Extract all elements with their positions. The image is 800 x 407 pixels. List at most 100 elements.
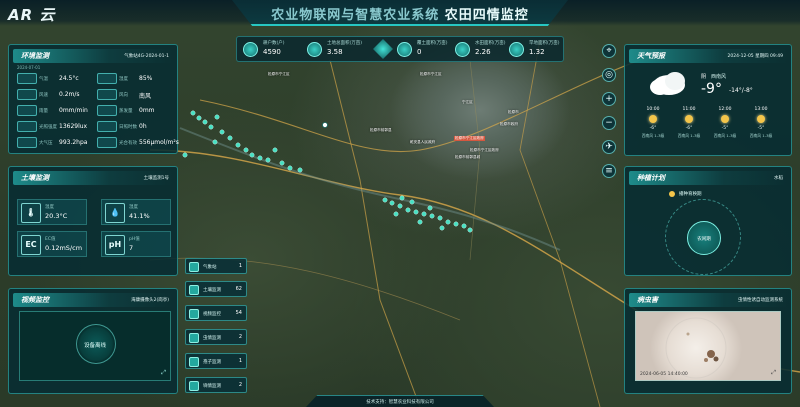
forecast-wind: 西南风 1-3级	[713, 133, 737, 138]
layer-moisture[interactable]: 墒情监测 2	[185, 377, 247, 393]
zoom-in-button[interactable]: +	[602, 92, 616, 106]
stat-label: 覆土面积(万亩)	[417, 41, 448, 46]
panel-header: 视频监控 海康摄像头2(岗亭)	[13, 293, 173, 307]
soil-value: 41.1%	[129, 212, 150, 220]
thermometer-icon: 🌡	[21, 203, 41, 223]
panel-header: 天气预报 2024-12-05 星期四 09:49	[629, 49, 787, 63]
drone-icon[interactable]: ✈	[602, 140, 616, 154]
map-label: 松原市前郭县城	[455, 155, 481, 159]
forecast-item: 10:00 -6° 西南风 1-3级	[639, 107, 667, 147]
env-value: 0mm/min	[59, 107, 88, 114]
map-label: 松原市政府	[500, 122, 518, 126]
current-stage[interactable]: 农闲期	[687, 221, 721, 255]
panel-title: 病虫害	[637, 296, 658, 304]
env-value: 0.2m/s	[59, 91, 80, 98]
target-icon[interactable]: ◎	[602, 68, 616, 82]
sunshine-icon	[97, 121, 117, 132]
env-item: 大气压 993.2hpa	[17, 137, 95, 149]
layer-pest[interactable]: 虫情监测 2	[185, 329, 247, 345]
env-item: 光照强度 13629lux	[17, 121, 95, 133]
cloud-icon	[650, 72, 685, 95]
env-label: 风向	[119, 93, 128, 98]
header: AR 云 农业物联网与智慧农业系统 农田四情监控	[0, 0, 800, 26]
pest-photo[interactable]: 2024-06-05 14:40:00 ⤢	[635, 311, 781, 381]
map-label: 松原市前郭县	[370, 128, 392, 132]
crop-selector[interactable]: 水稻	[774, 175, 783, 181]
soil-value: 7	[129, 244, 134, 252]
temperature-range: -14°/-8°	[729, 87, 753, 94]
layer-count: 2	[238, 334, 242, 340]
wind-speed-icon	[17, 89, 37, 100]
panel-title: 种植计划	[637, 174, 665, 182]
pest-device[interactable]: 虫情性诱自动监测系统	[738, 297, 783, 303]
env-value: 24.5°c	[59, 75, 79, 82]
thermometer-icon	[17, 73, 37, 84]
forecast-wind: 西南风 1-3级	[677, 133, 701, 138]
panel-title: 土壤监测	[21, 174, 49, 182]
fullscreen-icon[interactable]: ⤢	[771, 369, 776, 377]
sun-icon	[669, 191, 675, 197]
stat-value: 4590	[263, 48, 281, 56]
footer: 技术支持：智慧农业科技有限公司	[306, 395, 494, 407]
water-drop-icon: 💧	[105, 203, 125, 223]
layer-count: 54	[235, 310, 242, 316]
camera-selector[interactable]: 海康摄像头2(岗亭)	[131, 297, 169, 303]
locate-icon[interactable]: ⌖	[602, 44, 616, 58]
weather-panel: 天气预报 2024-12-05 星期四 09:49 阴 西南风 -9° -14°…	[624, 44, 792, 156]
camera-icon	[189, 309, 199, 319]
moisture-icon	[189, 381, 199, 391]
weather-condition: 阴	[701, 74, 707, 80]
soil-temperature: 🌡 温度 20.3°C	[17, 199, 87, 225]
env-item: 湿度 85%	[97, 73, 175, 85]
device-selector[interactable]: 气象站4G-2024-01-1	[124, 53, 169, 59]
title-main: 农田四情监控	[444, 8, 529, 23]
dryland-icon	[509, 42, 524, 57]
forecast-wind: 西南风 1-3级	[749, 133, 773, 138]
layer-count: 2	[238, 382, 242, 388]
panel-header: 土壤监测 土壤监测1号	[13, 171, 173, 185]
sun-icon	[685, 115, 693, 123]
panel-title: 环境监测	[21, 52, 49, 60]
photosynthesis-icon	[97, 137, 117, 148]
layer-video[interactable]: 视频监控 54	[185, 305, 247, 321]
env-value: 85%	[139, 75, 153, 82]
sun-icon	[649, 115, 657, 123]
env-item: 风向 南风	[97, 89, 175, 101]
soil-label: 湿度	[129, 205, 138, 210]
env-value: 南风	[139, 93, 152, 100]
wind-direction-icon	[97, 89, 117, 100]
env-label: 气温	[39, 77, 48, 82]
device-markers	[182, 110, 473, 233]
environment-date: 2024-07-01	[17, 65, 41, 70]
layer-soil-monitor[interactable]: 土壤监测 62	[185, 281, 247, 297]
panel-header: 病虫害 虫情性诱自动监测系统	[629, 293, 787, 307]
env-value: 556μmol/m²s	[139, 139, 179, 146]
map-label: 松原市宁江区政府	[470, 148, 499, 152]
weather-wind: 西南风	[711, 74, 727, 80]
poi-marker[interactable]: 松原市宁江区政府	[454, 136, 485, 141]
video-player[interactable]: 设备离线 ⤢	[19, 311, 171, 381]
env-label: 日照时数	[119, 125, 137, 130]
env-label: 湿度	[119, 77, 128, 82]
layers-icon[interactable]: ≡	[602, 164, 616, 178]
environment-panel: 环境监测 气象站4G-2024-01-1 2024-07-01 气温 24.5°…	[8, 44, 179, 154]
layer-spore[interactable]: 孢子监测 1	[185, 353, 247, 369]
device-selector[interactable]: 土壤监测1号	[144, 175, 169, 181]
fullscreen-icon[interactable]: ⤢	[161, 369, 166, 377]
page-title: 农业物联网与智慧农业系统 农田四情监控	[232, 4, 568, 23]
soil-icon	[397, 42, 412, 57]
env-label: 蒸发量	[119, 109, 133, 114]
stat-value: 0	[417, 48, 422, 56]
env-label: 光合有效	[119, 141, 137, 146]
logo: AR 云	[8, 6, 56, 24]
forecast-temp: -6°	[685, 126, 693, 131]
stat-paddy-area: 水田面积(万亩) 2.26	[455, 40, 509, 60]
current-stage-label: 农闲期	[697, 237, 711, 242]
layer-count: 62	[235, 286, 242, 292]
paddy-icon	[455, 42, 470, 57]
forecast-time: 10:00	[646, 107, 660, 112]
layer-weather-station[interactable]: 气象站 1	[185, 258, 247, 274]
panel-title: 视频监控	[21, 296, 49, 304]
soil-ec: EC EC值 0.12mS/cm	[17, 231, 87, 257]
zoom-out-button[interactable]: −	[602, 116, 616, 130]
